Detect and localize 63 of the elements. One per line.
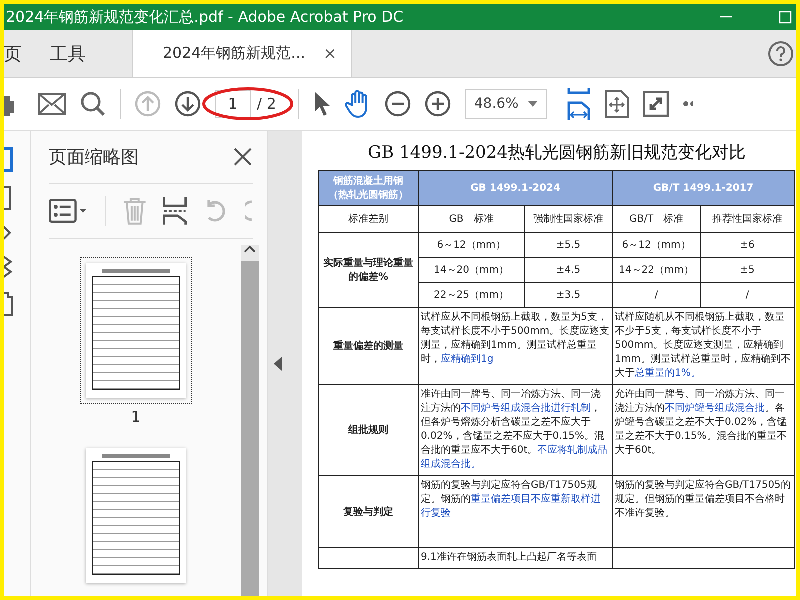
close-icon[interactable]	[233, 147, 253, 167]
table-cell: ±5.5	[524, 232, 613, 258]
table-cell: ±4.5	[524, 258, 613, 282]
page-total: / 2	[256, 95, 278, 113]
table-cell: 强制性国家标准	[524, 206, 613, 232]
document-icon[interactable]	[4, 291, 14, 317]
table-cell: 试样应从不同根钢筋上截取，数量为5支，每支试样长度不小于500mm。长度应逐支测量，应精确到1mm。测量试样总重量时，应精确到1g	[421, 311, 610, 367]
cursor-icon[interactable]	[313, 91, 332, 117]
document-title: GB 1499.1-2024热轧光圆钢筋新旧规范变化对比	[367, 142, 747, 164]
options-icon[interactable]	[49, 199, 89, 223]
tab[interactable]: 2024年钢筋新规范... ×	[132, 30, 352, 77]
table-cell-text: 钢筋的复验与判定应符合GB/T17505规定。钢筋的重量偏差项目不应重新取样进行复验	[421, 479, 602, 521]
table-cell: 组批规则	[348, 425, 388, 436]
table-cell: 14～20（mm）	[418, 258, 524, 282]
table-cell: 14～22（mm）	[612, 258, 701, 282]
page-number: 1	[131, 408, 141, 426]
page-thumbnail[interactable]	[80, 257, 192, 404]
table-cell: GB/T 标准	[612, 206, 701, 232]
table-cell: 6～12（mm）	[418, 232, 524, 258]
maximize-icon[interactable]	[779, 10, 792, 24]
page-move-icon[interactable]	[605, 90, 630, 118]
table-cell-text: 钢筋的复验与判定应符合GB/T17505的规定。但钢筋的重量偏差项目不合格时不准许复验。	[615, 479, 792, 521]
fit-width-icon[interactable]	[567, 88, 592, 120]
close-icon[interactable]: ×	[323, 44, 337, 63]
fullscreen-icon[interactable]	[643, 91, 670, 117]
table-cell-text: 允许由同一牌号、同一冶炼方法、同一浇注方法的不同炉罐号组成混合批。各炉罐号含碳量之差不大于0.02%，含锰量之差不大于0.15%。混合批的重量不大于60t。	[615, 388, 788, 458]
page-number-field[interactable]: 1	[215, 90, 251, 118]
table-cell: ±6	[700, 232, 795, 258]
arrow-down-icon[interactable]	[175, 91, 201, 117]
table-cell: /	[612, 282, 701, 308]
tab[interactable]: 页	[4, 30, 50, 77]
zoom-out-icon[interactable]	[385, 91, 412, 117]
table-cell: 推荐性国家标准	[700, 206, 795, 232]
extract-pages-icon[interactable]	[163, 197, 188, 225]
table-cell: 标准差别	[318, 206, 418, 232]
envelope-icon[interactable]	[38, 93, 66, 115]
pages-icon[interactable]	[4, 147, 14, 173]
table-header-cell: 钢筋混凝土用钢（热轧光圆钢筋）	[318, 170, 418, 206]
table-cell: 实际重量与理论重量的偏差%	[318, 232, 418, 308]
table-header-cell: GB 1499.1-2024	[418, 170, 613, 206]
table-cell: ±3.5	[524, 282, 613, 308]
search-icon[interactable]	[80, 91, 106, 117]
zoom-select[interactable]: 48.6%	[465, 89, 548, 119]
zoom-in-icon[interactable]	[425, 91, 452, 117]
table-cell-text: 9.1准许在钢筋表面轧上凸起厂名等表面	[421, 551, 598, 565]
table-header-cell: GB/T 1499.1-2017	[612, 170, 795, 206]
tab[interactable]: 工具	[50, 30, 114, 77]
table-cell-text: 准许由同一牌号、同一冶炼方法、同一浇注方法的不同炉号组成混合批进行轧制，但各炉号熔炼分析含碳量之差不应大于0.02%，含锰量之差不应大于0.15%。混合批的重量应不大于60t。不应将轧制成品组成混合批。	[421, 388, 609, 472]
table-cell: 22～25（mm）	[418, 282, 524, 308]
help-icon[interactable]	[768, 40, 794, 66]
table-cell-text: 试样应随机从不同根钢筋上截取，数量不少于5支，每支试样长度不小于500mm。长度应逐支测量，应精确到1mm。测量试样总重量时，应精确到不大于总重量的1%。	[615, 311, 792, 381]
chevron-up-icon[interactable]	[244, 245, 256, 253]
collapse-arrow-icon[interactable]	[274, 356, 282, 370]
table-cell: 6～12（mm）	[612, 232, 701, 258]
table-cell: 重量偏差的测量	[334, 341, 404, 352]
table-cell: /	[700, 282, 795, 308]
panel-title: 页面缩略图	[49, 146, 139, 169]
more-icon[interactable]	[683, 101, 694, 107]
window-title: 2024年钢筋新规范变化汇总.pdf - Adobe Acrobat Pro DC	[6, 8, 405, 26]
caret-icon	[528, 101, 538, 107]
table-cell: ±5	[700, 258, 795, 282]
table-cell: 复验与判定	[344, 506, 394, 518]
table-cell: GB 标准	[418, 206, 524, 232]
